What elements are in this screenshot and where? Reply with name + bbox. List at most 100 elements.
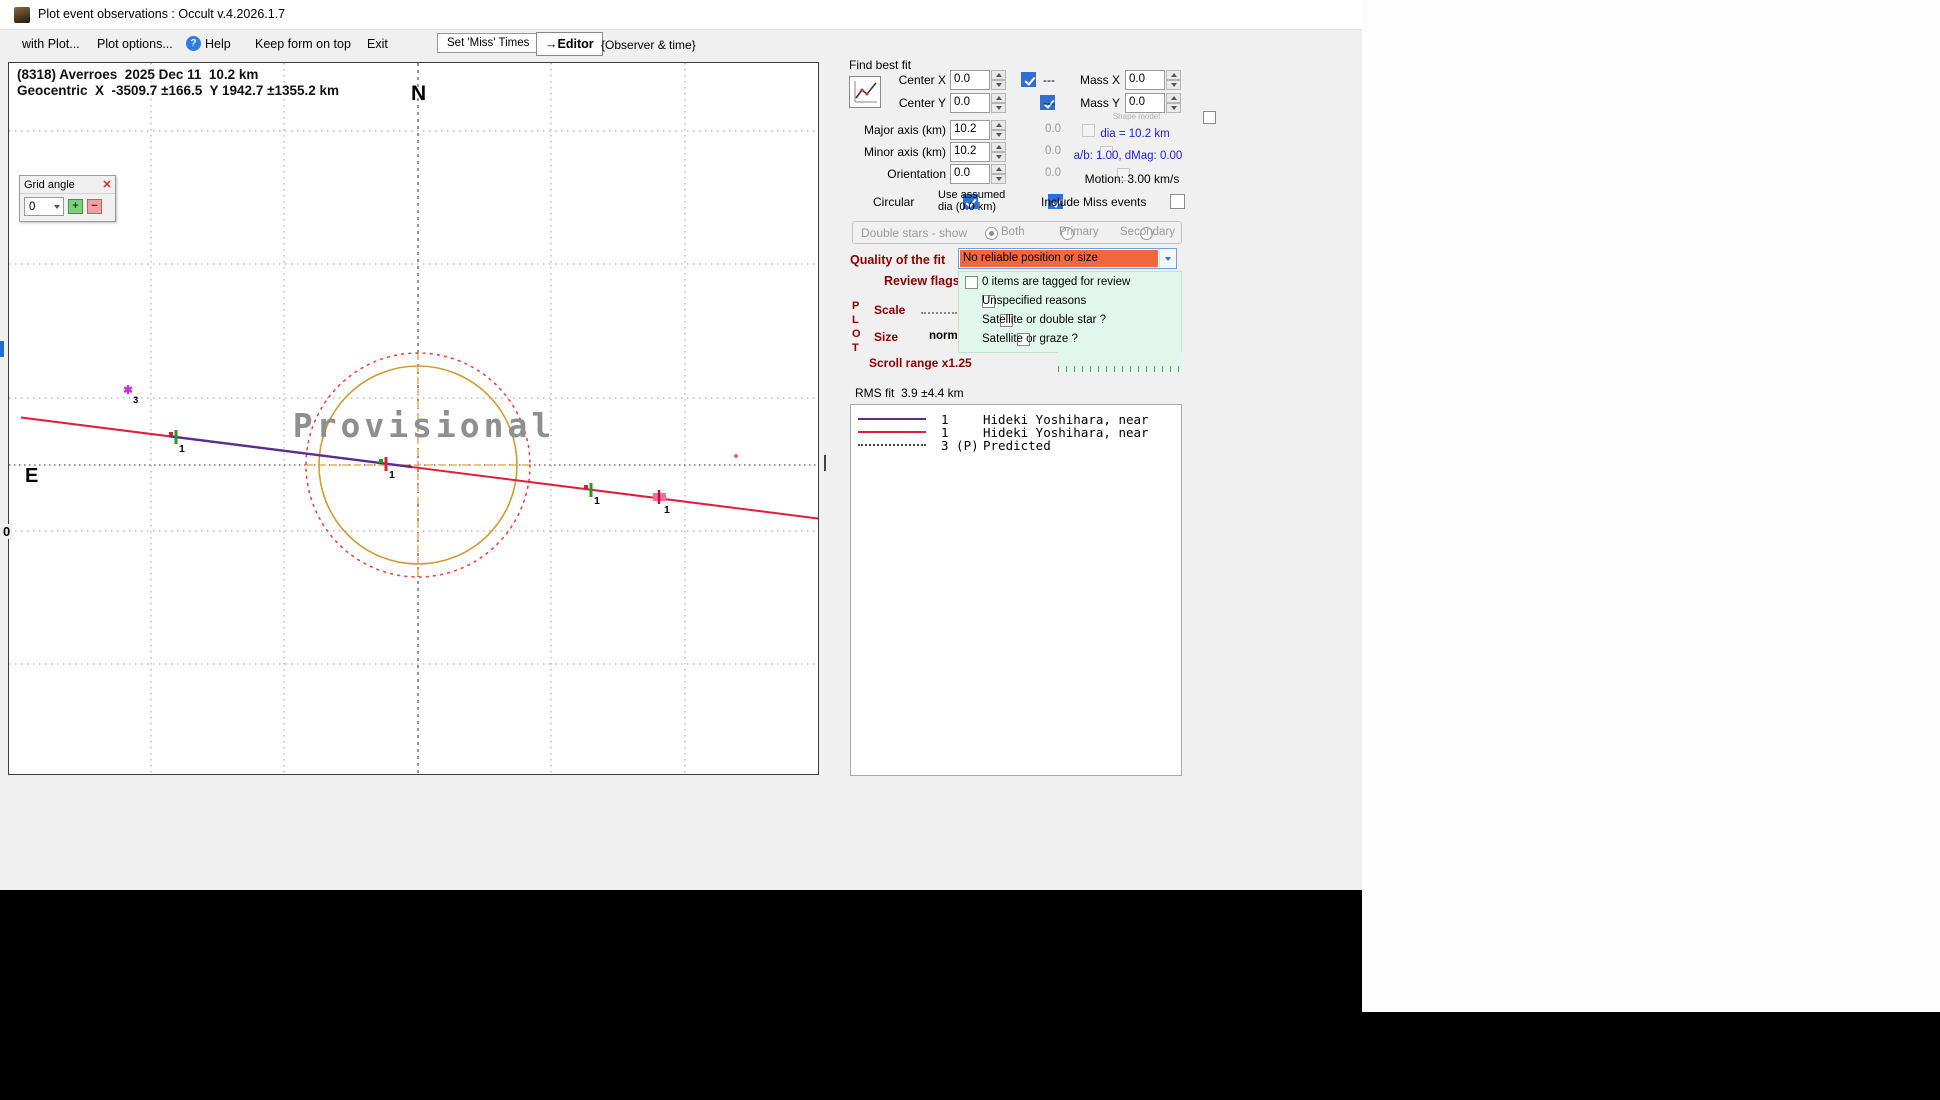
spin-down-icon[interactable] — [991, 130, 1006, 140]
motion-info: Motion: 3.00 km/s — [1084, 172, 1180, 186]
legend-row[interactable]: 3 (P) Predicted — [851, 438, 1181, 453]
mass-x-spinner[interactable]: 0.0 — [1125, 70, 1181, 90]
plot-header-line1: (8318) Averroes 2025 Dec 11 10.2 km — [17, 67, 258, 82]
center-x-label: Center X — [898, 73, 946, 87]
legend-line-red — [858, 431, 926, 433]
double-stars-secondary-label: Secondary — [1120, 226, 1175, 238]
marker-label: 1 — [389, 469, 395, 481]
spin-up-icon[interactable] — [1166, 70, 1181, 80]
legend-listbox[interactable]: 1 Hideki Yoshihara, near 1 Hideki Yoshih… — [850, 404, 1182, 776]
legend-row[interactable]: 1 Hideki Yoshihara, near — [851, 412, 1181, 427]
menu-help[interactable]: Help — [205, 37, 231, 51]
marker-label: 1 — [179, 443, 185, 455]
center-x-spinner[interactable]: 0.0 — [950, 70, 1006, 90]
plot-edge-tick — [824, 455, 826, 471]
center-y-spinner[interactable]: 0.0 — [950, 93, 1006, 113]
center-y-label: Center Y — [898, 96, 946, 110]
minor-axis-spinner[interactable]: 10.2 — [950, 142, 1006, 162]
review-flag-checkbox[interactable] — [965, 276, 978, 289]
grid-angle-value: 0 — [29, 200, 36, 213]
spin-down-icon[interactable] — [1166, 103, 1181, 113]
set-miss-times-button[interactable]: Set 'Miss' Times — [437, 33, 540, 53]
stray-point — [733, 453, 739, 459]
scroll-range-slider[interactable] — [1058, 352, 1182, 372]
marker-label: 1 — [664, 504, 670, 516]
observer-time-label: {Observer & time} — [601, 38, 696, 52]
quality-combobox[interactable]: No reliable position or size — [958, 248, 1177, 269]
grid-angle-plus-button[interactable]: + — [68, 199, 83, 214]
find-best-fit-title: Find best fit — [849, 58, 912, 72]
minor-axis-label: Minor axis (km) — [863, 145, 946, 159]
asterisk-marker: ✱ — [123, 383, 133, 397]
review-flag-label: 0 items are tagged for review — [982, 276, 1131, 288]
plot-letter: O — [852, 328, 861, 340]
double-stars-group: Double stars - show Both Primary Seconda… — [852, 221, 1182, 244]
spin-down-icon[interactable] — [991, 103, 1006, 113]
legend-row[interactable]: 1 Hideki Yoshihara, near — [851, 425, 1181, 440]
spin-down-icon[interactable] — [1166, 80, 1181, 90]
spin-down-icon[interactable] — [991, 152, 1006, 162]
plot-letter: P — [852, 300, 860, 312]
circular-label: Circular — [873, 195, 915, 209]
quality-selected-value: No reliable position or size — [960, 250, 1158, 267]
scale-slider[interactable] — [921, 306, 957, 314]
double-stars-primary-label: Primary — [1059, 226, 1099, 238]
spin-up-icon[interactable] — [1166, 93, 1181, 103]
menu-with-plot[interactable]: with Plot... — [22, 37, 80, 51]
major-axis-spinner[interactable]: 10.2 — [950, 120, 1006, 140]
app-icon — [14, 7, 30, 23]
menu-keep-on-top[interactable]: Keep form on top — [255, 37, 351, 51]
plot-letter: T — [852, 342, 859, 354]
spin-up-icon[interactable] — [991, 164, 1006, 174]
size-label: Size — [874, 330, 899, 344]
use-assumed-label: Use assumed dia (0.0 km) — [938, 189, 1006, 213]
review-flags-label: Review flags — [884, 274, 960, 288]
left-edge-marker — [0, 341, 4, 357]
plot-area[interactable]: Provisional 1 1 1 1 ✱ 3 (8318) Averroes … — [8, 62, 819, 775]
orientation-spinner[interactable]: 0.0 — [950, 164, 1006, 184]
review-flag-label: Satellite or double star ? — [982, 314, 1107, 326]
double-stars-both-radio[interactable] — [985, 227, 998, 240]
shape-model-checkbox[interactable] — [1202, 111, 1216, 124]
chevron-down-icon — [54, 204, 60, 209]
chevron-down-icon[interactable] — [1159, 249, 1176, 268]
review-flag-label: Satellite or graze ? — [982, 333, 1078, 345]
marker-label: 1 — [594, 495, 600, 507]
legend-line-dotted — [858, 444, 926, 446]
mass-x-label: Mass X — [1079, 73, 1120, 87]
minor-axis-alt-value: 0.0 — [1045, 145, 1061, 157]
include-miss-checkbox[interactable] — [1169, 194, 1185, 209]
scroll-range-label: Scroll range x1.25 — [869, 356, 972, 370]
menu-exit[interactable]: Exit — [367, 37, 388, 51]
double-stars-both-label: Both — [1001, 226, 1025, 238]
editor-button[interactable]: →Editor — [536, 32, 603, 56]
background-window — [1362, 0, 1940, 1012]
grid-angle-panel: Grid angle ✕ 0 + − — [19, 175, 116, 222]
size-norm-label: norm — [929, 330, 958, 342]
center-x-checkbox[interactable] — [1021, 72, 1036, 87]
spin-up-icon[interactable] — [991, 120, 1006, 130]
shape-model-label: Shape model — [1112, 112, 1160, 121]
marker-label: 3 — [133, 395, 138, 406]
help-icon: ? — [186, 36, 201, 51]
review-flag-label: Unspecified reasons — [982, 295, 1087, 307]
ab-dmag-info: a/b: 1.00, dMag: 0.00 — [1073, 150, 1183, 162]
mass-y-spinner[interactable]: 0.0 — [1125, 93, 1181, 113]
spin-down-icon[interactable] — [991, 80, 1006, 90]
titlebar: Plot event observations : Occult v.4.202… — [0, 0, 1362, 30]
spin-up-icon[interactable] — [991, 93, 1006, 103]
dia-info: dia = 10.2 km — [1100, 128, 1170, 140]
spin-up-icon[interactable] — [991, 142, 1006, 152]
spin-down-icon[interactable] — [991, 174, 1006, 184]
orientation-alt-value: 0.0 — [1045, 167, 1061, 179]
scale-label: Scale — [874, 303, 906, 317]
menu-plot-options[interactable]: Plot options... — [97, 37, 173, 51]
spin-up-icon[interactable] — [991, 70, 1006, 80]
plot-letter: L — [852, 314, 859, 326]
grid-angle-minus-button[interactable]: − — [87, 199, 102, 214]
plot-header-line2: Geocentric X -3509.7 ±166.5 Y 1942.7 ±13… — [17, 83, 339, 98]
grid-angle-close-icon[interactable]: ✕ — [99, 178, 115, 191]
major-axis-alt-value: 0.0 — [1045, 123, 1061, 135]
rms-fit-label: RMS fit 3.9 ±4.4 km — [855, 386, 964, 400]
grid-angle-select[interactable]: 0 — [24, 197, 64, 216]
